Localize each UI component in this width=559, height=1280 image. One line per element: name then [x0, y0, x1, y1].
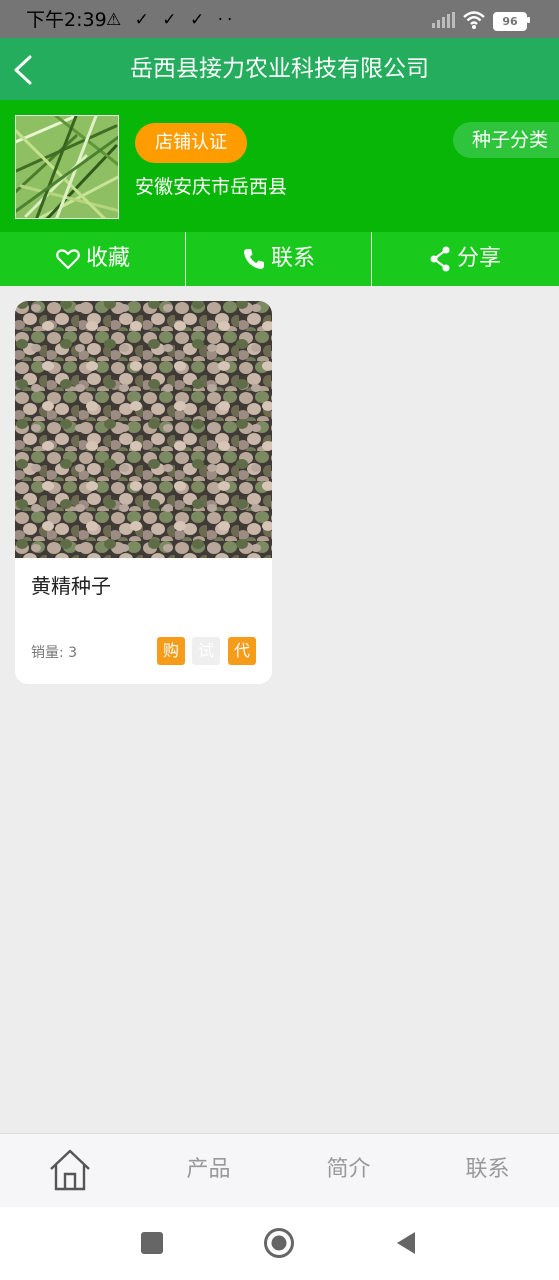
page-title: 岳西县接力农业科技有限公司	[130, 56, 429, 82]
favorite-label: 收藏	[85, 246, 130, 271]
battery-tip	[527, 17, 530, 23]
grass-image	[16, 116, 118, 218]
contact-label: 联系	[270, 246, 315, 271]
wifi-icon	[463, 11, 485, 29]
share-label: 分享	[456, 246, 501, 271]
battery-indicator: 96	[493, 12, 527, 31]
product-sales: 销量: 3	[31, 645, 78, 661]
share-icon	[430, 246, 450, 272]
tag-buy: 购	[157, 637, 185, 665]
share-button[interactable]: 分享	[372, 232, 558, 286]
home-icon	[50, 1149, 90, 1191]
shop-certified-badge: 店铺认证	[135, 123, 247, 163]
product-image	[15, 301, 272, 558]
shop-logo-image[interactable]	[15, 115, 119, 219]
nav-products[interactable]: 产品	[139, 1133, 278, 1207]
product-title: 黄精种子	[31, 574, 111, 598]
nav-contact[interactable]: 联系	[418, 1133, 557, 1207]
recent-apps-button[interactable]	[141, 1232, 163, 1254]
seed-category-button[interactable]: 种子分类	[453, 122, 559, 158]
favorite-button[interactable]: 收藏	[0, 232, 186, 286]
chevron-left-icon	[14, 55, 32, 85]
signal-icon	[432, 12, 455, 28]
status-notification-icons: ⚠ ✓ ✓ ✓ ··	[106, 10, 237, 30]
shop-location: 安徽安庆市岳西县	[135, 176, 288, 198]
tag-agent: 代	[228, 637, 256, 665]
nav-home[interactable]	[0, 1133, 139, 1207]
contact-button[interactable]: 联系	[186, 232, 372, 286]
product-card[interactable]: 黄精种子 销量: 3 购 试 代	[15, 301, 272, 684]
phone-icon	[243, 249, 264, 269]
nav-intro[interactable]: 简介	[279, 1133, 418, 1207]
heart-icon	[56, 249, 80, 270]
home-button[interactable]	[263, 1227, 295, 1259]
back-nav-button[interactable]	[394, 1230, 418, 1256]
tag-trial: 试	[192, 637, 220, 665]
back-button[interactable]	[8, 50, 44, 90]
status-time: 下午2:39	[26, 9, 107, 31]
